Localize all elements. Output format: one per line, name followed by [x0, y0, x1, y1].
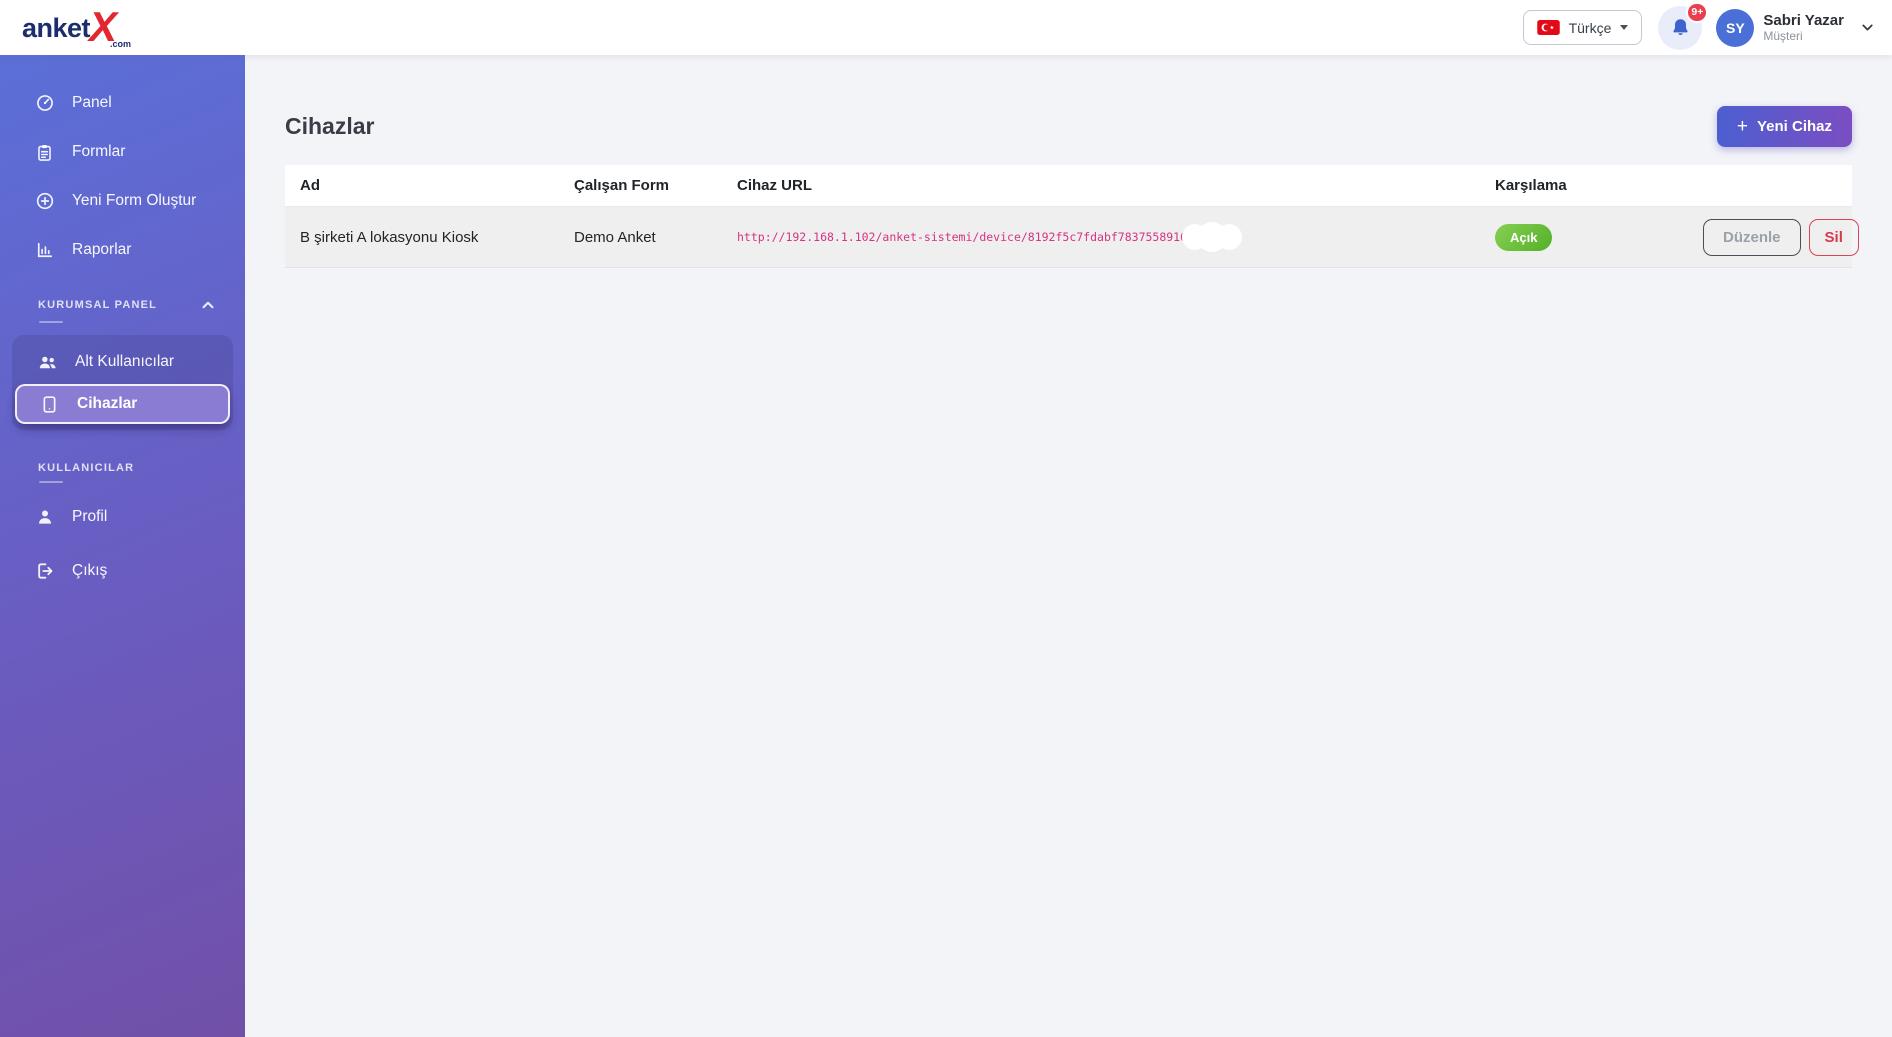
- sidebar-item-raporlar[interactable]: Raporlar: [0, 230, 245, 270]
- sidebar-item-label: Panel: [72, 94, 112, 111]
- section-divider: [39, 321, 63, 323]
- sidebar-item-cikis[interactable]: Çıkış: [0, 551, 245, 591]
- sidebar-item-label: Çıkış: [72, 562, 108, 579]
- table-row: B şirketi A lokasyonu Kiosk Demo Anket h…: [285, 207, 1859, 268]
- section-title: KURUMSAL PANEL: [38, 299, 158, 311]
- section-divider: [39, 481, 63, 483]
- plus-circle-icon: [34, 191, 55, 212]
- dashboard-icon: [34, 93, 55, 114]
- sidebar-item-panel[interactable]: Panel: [0, 83, 245, 123]
- users-icon: [37, 352, 58, 373]
- sidebar-item-label: Cihazlar: [77, 395, 138, 412]
- table-header-row: Ad Çalışan Form Cihaz URL Karşılama: [285, 165, 1852, 207]
- sidebar-main-nav: Panel Formlar Yeni Form Oluştur Raporlar: [0, 55, 245, 270]
- user-role: Müşteri: [1763, 29, 1803, 43]
- section-title: KULLANICILAR: [38, 462, 135, 474]
- sidebar-item-label: Formlar: [72, 143, 126, 160]
- column-header-karsilama: Karşılama: [1495, 177, 1567, 194]
- sidebar-item-label: Profil: [72, 508, 108, 525]
- sidebar: Panel Formlar Yeni Form Oluştur Raporlar…: [0, 55, 245, 1037]
- clipboard-icon: [34, 142, 55, 163]
- device-name-cell: B şirketi A lokasyonu Kiosk: [300, 228, 479, 246]
- tablet-icon: [39, 394, 60, 415]
- column-header-ad: Ad: [300, 177, 320, 194]
- devices-table: Ad Çalışan Form Cihaz URL Karşılama B şi…: [285, 165, 1859, 268]
- device-url-text: http://192.168.1.102/anket-sistemi/devic…: [737, 230, 1194, 244]
- device-form-cell: Demo Anket: [574, 228, 656, 246]
- sidebar-item-alt-kullanicilar[interactable]: Alt Kullanıcılar: [15, 342, 230, 382]
- caret-down-icon: [1620, 25, 1629, 30]
- device-url-cell: http://192.168.1.102/anket-sistemi/devic…: [722, 222, 1480, 252]
- status-badge: Açık: [1495, 223, 1553, 251]
- new-device-label: Yeni Cihaz: [1756, 118, 1832, 135]
- language-label: Türkçe: [1568, 19, 1612, 36]
- sidebar-section-kullanicilar: KULLANICILAR Profil Çıkış: [0, 462, 245, 591]
- sidebar-item-label: Yeni Form Oluştur: [72, 192, 197, 209]
- bell-icon: [1673, 19, 1688, 36]
- logout-icon: [34, 561, 55, 582]
- brand-name-primary: anket: [22, 12, 91, 43]
- sidebar-item-yeni-form[interactable]: Yeni Form Oluştur: [0, 181, 245, 221]
- sidebar-item-label: Raporlar: [72, 241, 132, 258]
- notifications-button[interactable]: 9+: [1658, 1, 1709, 50]
- page-title: Cihazlar: [285, 113, 375, 139]
- chevron-down-icon: [1859, 19, 1876, 36]
- sidebar-item-label: Alt Kullanıcılar: [75, 353, 175, 370]
- device-status-cell: Açık: [1480, 223, 1688, 251]
- sidebar-group-box: Alt Kullanıcılar Cihazlar: [12, 335, 233, 430]
- edit-button[interactable]: Düzenle: [1703, 218, 1801, 256]
- device-actions-cell: Düzenle Sil: [1688, 218, 1871, 256]
- chevron-up-icon[interactable]: [199, 296, 217, 314]
- new-device-button[interactable]: + Yeni Cihaz: [1716, 106, 1852, 147]
- main-content: Cihazlar + Yeni Cihaz Ad Çalışan Form Ci…: [245, 55, 1892, 1037]
- turkish-flag-icon: [1536, 20, 1560, 35]
- column-header-cihaz-url: Cihaz URL: [737, 177, 812, 194]
- user-menu[interactable]: SY Sabri Yazar Müşteri: [1716, 8, 1876, 47]
- sidebar-section-kurumsal: KURUMSAL PANEL Alt Kullanıcılar Cihazlar: [0, 296, 245, 430]
- avatar: SY: [1716, 8, 1755, 47]
- delete-button[interactable]: Sil: [1808, 218, 1859, 256]
- user-name: Sabri Yazar: [1763, 12, 1844, 29]
- sidebar-item-profil[interactable]: Profil: [0, 497, 245, 537]
- top-header: anket X .com Türkçe 9+ SY Sabri Yazar Mü…: [0, 0, 1892, 55]
- plus-icon: +: [1736, 116, 1748, 137]
- url-redaction-blobs: [1181, 222, 1242, 252]
- brand-logo[interactable]: anket X .com: [22, 5, 132, 49]
- language-selector[interactable]: Türkçe: [1522, 10, 1643, 45]
- chart-icon: [34, 240, 55, 261]
- topbar-actions: Türkçe 9+ SY Sabri Yazar Müşteri: [1522, 1, 1892, 50]
- brand-name-suffix: .com: [110, 38, 132, 49]
- notification-count-badge: 9+: [1686, 1, 1709, 23]
- user-icon: [34, 507, 55, 528]
- sidebar-item-formlar[interactable]: Formlar: [0, 132, 245, 172]
- sidebar-item-cihazlar[interactable]: Cihazlar: [15, 384, 230, 424]
- column-header-calisan-form: Çalışan Form: [574, 177, 670, 194]
